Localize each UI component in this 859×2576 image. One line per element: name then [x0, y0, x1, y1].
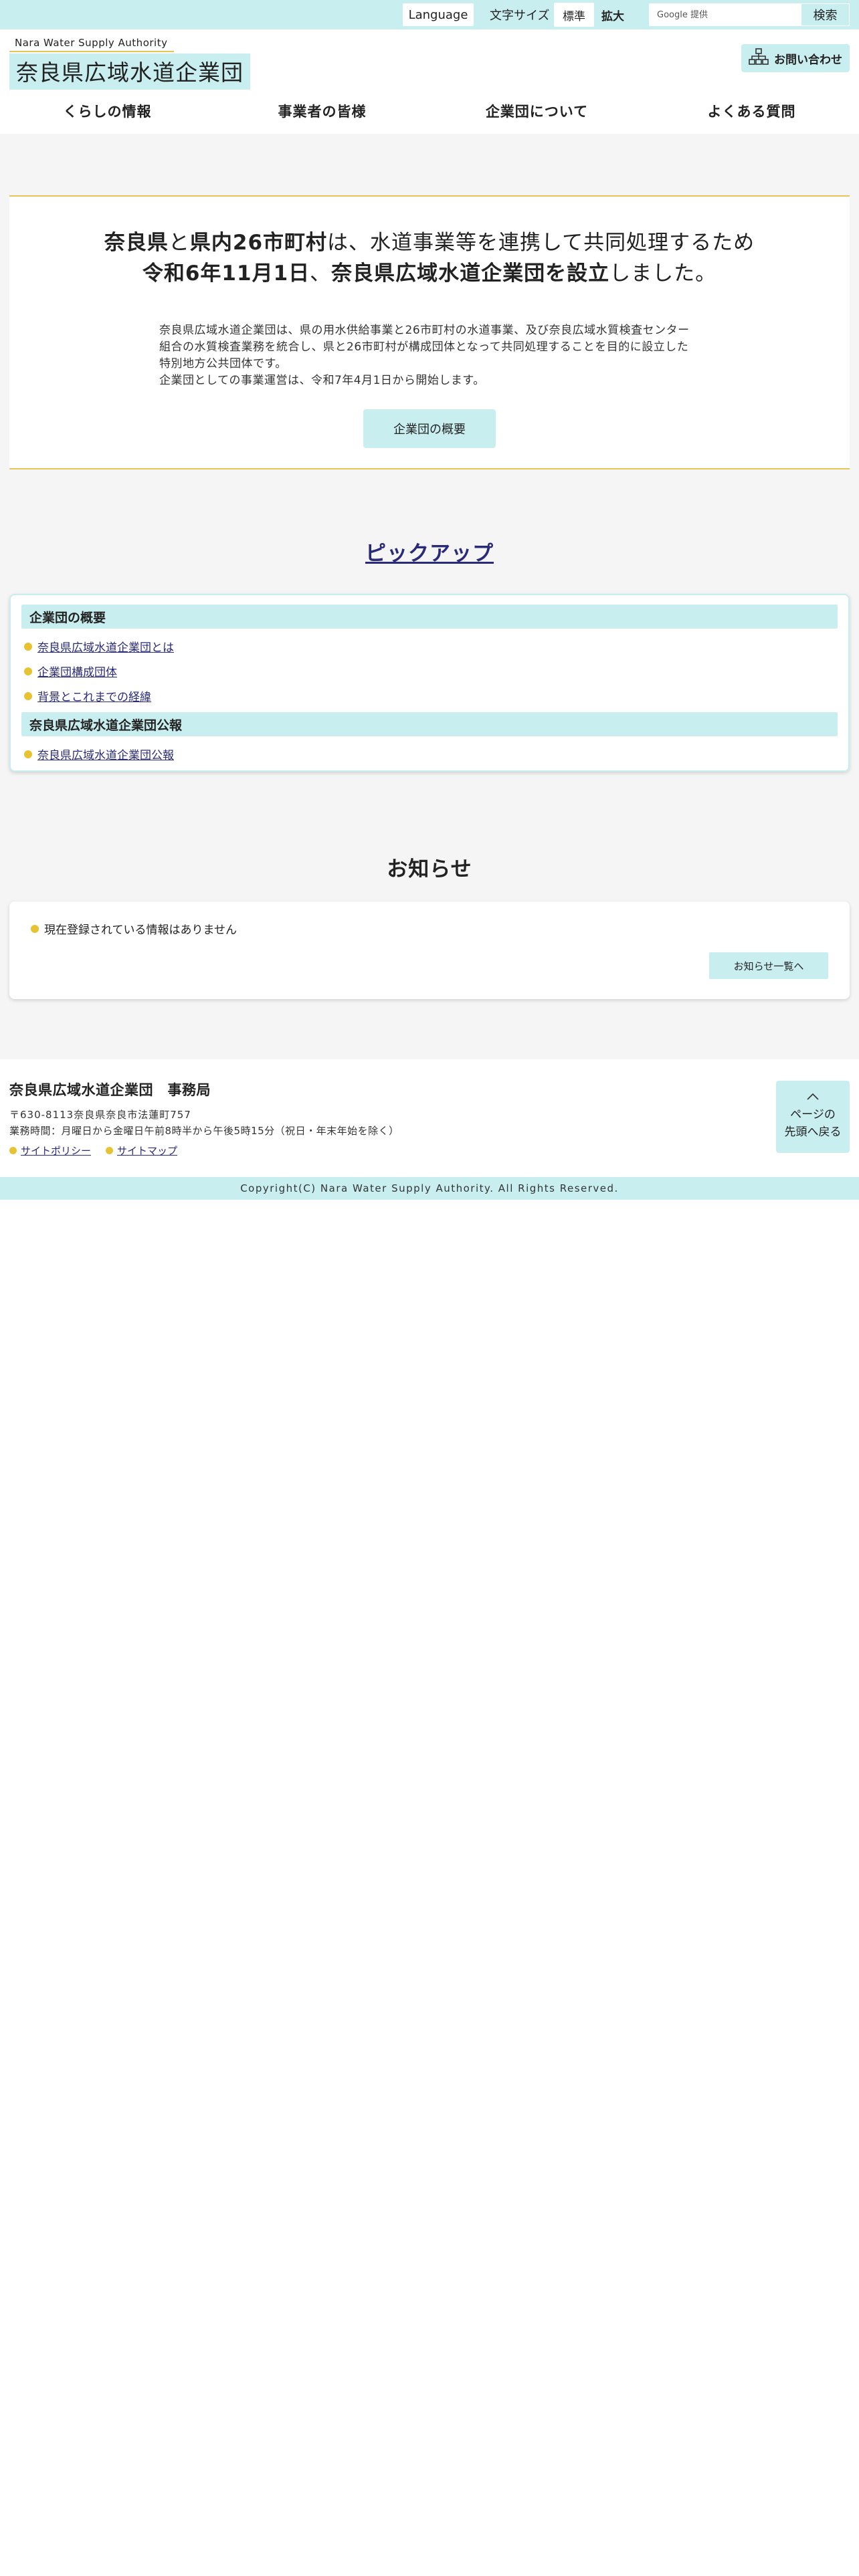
- lead-bold: 奈良県: [104, 231, 169, 255]
- hero-lead: 奈良県と県内26市町村は、水道事業等を連携して共同処理するため 令和6年11月1…: [9, 227, 850, 289]
- nav-item-business[interactable]: 事業者の皆様: [215, 88, 430, 134]
- hero-paragraph: 企業団としての事業運営は、令和7年4月1日から開始します。: [159, 374, 485, 387]
- contact-label: お問い合わせ: [774, 53, 842, 67]
- link-site-policy[interactable]: サイトポリシー: [21, 1144, 91, 1158]
- list-item: 奈良県広域水道企業団とは: [21, 634, 838, 659]
- bullet-icon: [24, 642, 32, 651]
- site-header: Nara Water Supply Authority 奈良県広域水道企業団 お…: [0, 29, 859, 90]
- sitemap-icon: [749, 47, 769, 69]
- news-title: お知らせ: [387, 857, 472, 881]
- nav-item-faq[interactable]: よくある質問: [644, 88, 859, 134]
- lead-bold: 令和6年11月1日: [142, 261, 310, 286]
- back-to-top-label: 先頭へ戻る: [784, 1125, 842, 1139]
- list-item: 背景とこれまでの経緯: [21, 683, 838, 708]
- pickup-title[interactable]: ピックアップ: [0, 536, 859, 566]
- footer-address: 〒630-8113奈良県奈良市法蓮町757: [9, 1109, 191, 1121]
- bullet-icon: [31, 924, 39, 933]
- lead-text: しました。: [609, 261, 717, 286]
- logo-japanese: 奈良県広域水道企業団: [9, 53, 250, 90]
- copyright: Copyright(C) Nara Water Supply Authority…: [0, 1177, 859, 1200]
- link-sitemap[interactable]: サイトマップ: [117, 1144, 177, 1158]
- back-to-top-label: ページの: [790, 1108, 836, 1121]
- news-card: 現在登録されている情報はありません お知らせ一覧へ: [9, 901, 850, 999]
- utility-bar: Language 文字サイズ 標準 拡大 検索: [0, 0, 859, 29]
- link-list: 奈良県広域水道企業団公報: [21, 736, 838, 770]
- contact-button[interactable]: お問い合わせ: [741, 44, 850, 72]
- list-item: 企業団構成団体: [21, 659, 838, 683]
- category-header: 奈良県広域水道企業団公報: [21, 712, 838, 736]
- news-list-button[interactable]: お知らせ一覧へ: [709, 952, 828, 979]
- font-size-large-button[interactable]: 拡大: [594, 3, 632, 27]
- bullet-icon: [24, 691, 32, 700]
- nav-item-living[interactable]: くらしの情報: [0, 88, 215, 134]
- footer-links: サイトポリシー サイトマップ: [9, 1144, 192, 1158]
- bullet-icon: [24, 750, 32, 758]
- category-header: 企業団の概要: [21, 605, 838, 629]
- link-member-bodies[interactable]: 企業団構成団体: [37, 663, 117, 679]
- link-gazette[interactable]: 奈良県広域水道企業団公報: [37, 746, 174, 762]
- search-input[interactable]: [649, 3, 801, 26]
- bullet-icon: [24, 667, 32, 675]
- search-button[interactable]: 検索: [801, 3, 850, 26]
- lead-bold: 県内26市町村: [189, 231, 328, 255]
- back-to-top-button[interactable]: ページの 先頭へ戻る: [776, 1081, 850, 1153]
- link-background[interactable]: 背景とこれまでの経緯: [37, 687, 151, 704]
- list-item: 奈良県広域水道企業団公報: [21, 742, 838, 766]
- main-content: 奈良県と県内26市町村は、水道事業等を連携して共同処理するため 令和6年11月1…: [0, 134, 859, 1059]
- language-button[interactable]: Language: [403, 3, 474, 26]
- footer-title: 奈良県広域水道企業団 事務局: [9, 1082, 211, 1098]
- news-empty-item: 現在登録されている情報はありません: [28, 920, 237, 937]
- chevron-up-icon: [776, 1089, 850, 1106]
- site-footer: 奈良県広域水道企業団 事務局 〒630-8113奈良県奈良市法蓮町757 業務時…: [0, 1059, 859, 1177]
- pickup-card: 企業団の概要 奈良県広域水道企業団とは 企業団構成団体 背景とこれまでの経緯 奈…: [9, 594, 850, 772]
- overview-button[interactable]: 企業団の概要: [363, 409, 496, 448]
- hero-announcement: 奈良県と県内26市町村は、水道事業等を連携して共同処理するため 令和6年11月1…: [9, 195, 850, 469]
- footer-hours: 業務時間：月曜日から金曜日午前8時半から午後5時15分（祝日・年末年始を除く）: [9, 1125, 399, 1137]
- font-size-standard-button[interactable]: 標準: [554, 3, 594, 27]
- nav-item-about[interactable]: 企業団について: [430, 88, 644, 134]
- logo-english: Nara Water Supply Authority: [9, 37, 175, 52]
- bullet-icon: [106, 1147, 114, 1154]
- lead-text: は、水道事業等を連携して共同処理するため: [327, 231, 755, 255]
- lead-bold: 奈良県広域水道企業団を設立: [331, 261, 610, 286]
- font-size-label: 文字サイズ: [490, 9, 550, 23]
- link-list: 奈良県広域水道企業団とは 企業団構成団体 背景とこれまでの経緯: [21, 629, 838, 712]
- lead-text: 、: [310, 261, 332, 286]
- global-nav: くらしの情報 事業者の皆様 企業団について よくある質問: [0, 88, 859, 134]
- link-about-authority[interactable]: 奈良県広域水道企業団とは: [37, 638, 174, 655]
- bullet-icon: [9, 1147, 17, 1154]
- hero-description: 奈良県広域水道企業団は、県の用水供給事業と26市町村の水道事業、及び奈良広域水質…: [159, 322, 700, 389]
- site-logo[interactable]: Nara Water Supply Authority 奈良県広域水道企業団: [9, 36, 250, 90]
- lead-text: と: [168, 231, 190, 255]
- news-empty-text: 現在登録されている情報はありません: [44, 924, 237, 937]
- hero-paragraph: 奈良県広域水道企業団は、県の用水供給事業と26市町村の水道事業、及び奈良広域水質…: [159, 324, 690, 370]
